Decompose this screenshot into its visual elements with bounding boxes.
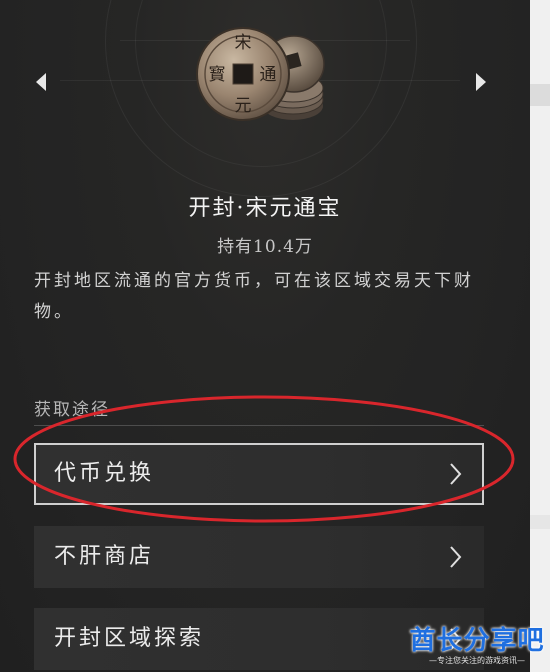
source-button-label: 代币兑换 [54, 461, 155, 486]
chevron-left-icon [36, 73, 46, 91]
chevron-right-icon [450, 463, 462, 485]
next-item-button[interactable] [471, 70, 491, 94]
coin-icon: 宋 通 元 寳 [188, 10, 338, 145]
coin-character: 通 [260, 65, 277, 85]
source-token-exchange-button[interactable]: 代币兑换 [34, 443, 484, 505]
chevron-right-icon [450, 546, 462, 568]
chevron-right-icon [476, 73, 486, 91]
sources-section-label: 获取途径 [34, 400, 110, 420]
prev-item-button[interactable] [31, 70, 51, 94]
item-detail-panel: 宋 通 元 寳 开封·宋元通宝 持有10.4万 开封地区流通的官方货币，可在该区… [0, 0, 530, 672]
background-strip [530, 0, 550, 672]
coin-character: 元 [235, 96, 252, 116]
background-band [530, 84, 550, 106]
watermark: 酋长分享吧 —专注您关注的游戏资讯— [404, 620, 550, 672]
coin-character: 寳 [209, 64, 226, 85]
watermark-text: 酋长分享吧 [409, 626, 545, 656]
source-button-label: 开封区域探索 [54, 626, 205, 651]
source-button-label: 不肝商店 [54, 544, 155, 569]
item-title: 开封·宋元通宝 [188, 196, 342, 221]
background-band [530, 515, 550, 529]
coin-front: 宋 通 元 寳 [196, 27, 290, 121]
coin-character: 宋 [235, 33, 252, 53]
source-shop-button[interactable]: 不肝商店 [34, 526, 484, 588]
item-description: 开封地区流通的官方货币，可在该区域交易天下财物。 [34, 271, 474, 322]
item-holding-count: 持有10.4万 [217, 237, 313, 257]
section-divider [34, 425, 484, 426]
